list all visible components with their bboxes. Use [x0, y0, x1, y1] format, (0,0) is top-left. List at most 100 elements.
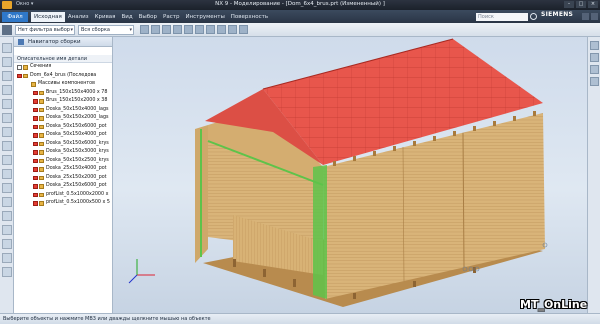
part-icon [39, 90, 44, 95]
tree-row-label: Doska_25x150x2000_pot [46, 174, 107, 180]
snap-point-icon[interactable] [151, 25, 160, 34]
history-icon[interactable] [2, 99, 12, 109]
visualization-icon[interactable] [2, 197, 12, 207]
visibility-checkbox[interactable] [33, 99, 38, 104]
siemens-logo: SIEMENS [541, 11, 574, 18]
part-icon [39, 141, 44, 146]
constraint-navigator-icon[interactable] [2, 57, 12, 67]
ribbon-tab[interactable]: Инструменты [182, 12, 227, 22]
tree-row[interactable]: Doska_50x150x6000_pot [14, 123, 112, 132]
tree-row-label: Doska_50x150x4000_lags [46, 106, 109, 112]
visibility-checkbox[interactable] [17, 73, 22, 78]
tree-row[interactable]: Doska_50x150x4000_pot [14, 131, 112, 140]
visibility-checkbox[interactable] [33, 141, 38, 146]
maximize-icon[interactable]: □ [576, 1, 586, 8]
roles-icon[interactable] [2, 141, 12, 151]
file-tab[interactable]: Файл [2, 12, 28, 22]
status-bar: Выберите объекты и нажмите МВ3 или дважд… [0, 313, 600, 324]
navigator-column-header[interactable]: Описательное имя детали [14, 55, 112, 63]
tree-row-label: profList_0.5x1000x2000 x [46, 191, 109, 197]
snap-end-icon[interactable] [162, 25, 171, 34]
search-icon[interactable] [530, 13, 537, 20]
visibility-checkbox[interactable] [17, 65, 22, 70]
menu-icon[interactable] [2, 25, 12, 35]
visibility-checkbox[interactable] [33, 175, 38, 180]
visibility-checkbox[interactable] [33, 107, 38, 112]
selection-scope-dropdown[interactable]: Вся сборка [78, 25, 134, 35]
select-tool-icon[interactable] [140, 25, 149, 34]
visibility-checkbox[interactable] [33, 90, 38, 95]
pan-icon[interactable] [590, 77, 599, 86]
tree-row[interactable]: Dom_6x4_brus (Последова [14, 72, 112, 81]
tree-row[interactable]: Doska_50x150x3000_krys [14, 148, 112, 157]
tree-row[interactable]: Doska_25x150x4000_pot [14, 165, 112, 174]
tree-row[interactable]: Brus_150x150x2000 x 38 [14, 97, 112, 106]
tree-row[interactable]: Doska_25x150x2000_pot [14, 174, 112, 183]
front-opening-frame [313, 165, 327, 299]
snap-arc-icon[interactable] [206, 25, 215, 34]
ribbon-tab[interactable]: Вид [119, 12, 136, 22]
reuse-library-icon[interactable] [2, 85, 12, 95]
process-studio-icon[interactable] [2, 127, 12, 137]
house-model[interactable] [113, 37, 600, 313]
visibility-checkbox[interactable] [33, 133, 38, 138]
tree-row[interactable]: Массивы компонентов [14, 80, 112, 89]
visibility-checkbox[interactable] [33, 116, 38, 121]
tree-row[interactable]: Doska_50x150x2000_lags [14, 114, 112, 123]
search-input[interactable]: Поиск [476, 13, 528, 21]
tree-row[interactable]: Doska_50x150x6000_krys [14, 140, 112, 149]
help-icon[interactable] [582, 13, 589, 20]
type-filter-dropdown[interactable]: Нет фильтра выбор [15, 25, 75, 35]
close-icon[interactable]: × [588, 1, 598, 8]
part-icon [23, 65, 28, 70]
materials-icon[interactable] [2, 267, 12, 277]
visibility-checkbox[interactable] [33, 150, 38, 155]
palette-icon[interactable] [2, 183, 12, 193]
snap-mid-icon[interactable] [173, 25, 182, 34]
snap-curve-icon[interactable] [239, 25, 248, 34]
settings-icon[interactable] [2, 211, 12, 221]
part-navigator-icon[interactable] [2, 71, 12, 81]
part-icon [39, 167, 44, 172]
snap-intersect-icon[interactable] [195, 25, 204, 34]
ribbon-tab[interactable]: Кривая [92, 12, 119, 22]
visibility-checkbox[interactable] [33, 124, 38, 129]
ribbon-minimize-icon[interactable] [591, 13, 598, 20]
assembly-navigator-icon[interactable] [2, 43, 12, 53]
tree-row[interactable]: profList_0.5x1000x500 x 5 [14, 199, 112, 208]
rotate-icon[interactable] [590, 65, 599, 74]
graphics-viewport[interactable] [113, 37, 600, 313]
visibility-checkbox[interactable] [33, 192, 38, 197]
tree-row[interactable]: profList_0.5x1000x2000 x [14, 191, 112, 200]
zoom-icon[interactable] [590, 53, 599, 62]
minimize-icon[interactable]: – [564, 1, 574, 8]
render-icon[interactable] [2, 239, 12, 249]
templates-icon[interactable] [2, 253, 12, 263]
visibility-checkbox[interactable] [33, 158, 38, 163]
fit-view-icon[interactable] [590, 41, 599, 50]
view-triad-icon[interactable] [128, 259, 155, 284]
layers-icon[interactable] [2, 225, 12, 235]
tree-row[interactable]: Doska_25x150x6000_pot [14, 182, 112, 191]
tree-row-label: Doska_50x150x4000_pot [46, 132, 107, 137]
ribbon-tab[interactable]: Выбор [136, 12, 160, 22]
navigator-icon [18, 39, 24, 45]
manufacturing-wizard-icon[interactable] [2, 169, 12, 179]
snap-center-icon[interactable] [184, 25, 193, 34]
visibility-checkbox[interactable] [33, 167, 38, 172]
resource-bar [0, 37, 14, 313]
tree-row[interactable]: Сечения [14, 63, 112, 72]
snap-quadrant-icon[interactable] [217, 25, 226, 34]
ribbon-tab[interactable]: Растр [160, 12, 182, 22]
snap-face-icon[interactable] [228, 25, 237, 34]
ribbon-tab[interactable]: Исходная [31, 12, 65, 22]
tree-row[interactable]: Doska_50x150x2500_krys [14, 157, 112, 166]
ribbon-tab[interactable]: Поверхность [228, 12, 271, 22]
tree-row[interactable]: Doska_50x150x4000_lags [14, 106, 112, 115]
web-browser-icon[interactable] [2, 113, 12, 123]
ribbon-tab[interactable]: Анализ [65, 12, 92, 22]
tree-row[interactable]: Brus_150x150x4000 x 78 [14, 89, 112, 98]
visibility-checkbox[interactable] [33, 184, 38, 189]
system-scene-icon[interactable] [2, 155, 12, 165]
visibility-checkbox[interactable] [33, 201, 38, 206]
